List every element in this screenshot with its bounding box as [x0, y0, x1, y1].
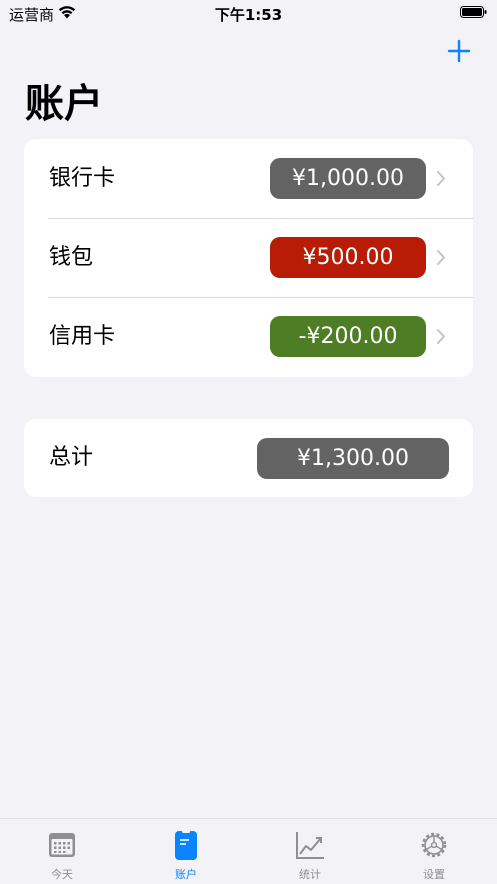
status-bar: 运营商 下午1:53	[0, 0, 497, 26]
account-name: 信用卡	[49, 324, 116, 349]
chevron-right-icon	[437, 171, 445, 186]
tab-settings[interactable]: 设置	[372, 819, 496, 884]
tab-statistics[interactable]: 统计	[248, 819, 372, 884]
account-row-bank-card[interactable]: 银行卡 ¥1,000.00	[24, 139, 473, 218]
clock-time: 下午1:53	[214, 6, 283, 24]
account-balance-badge: ¥1,000.00	[270, 158, 426, 199]
calendar-icon	[49, 833, 75, 857]
gear-icon	[421, 832, 447, 858]
account-row-wallet[interactable]: 钱包 ¥500.00	[24, 218, 473, 297]
page-title: 账户	[25, 82, 104, 127]
total-label: 总计	[49, 445, 94, 470]
tab-today[interactable]: 今天	[0, 819, 124, 884]
tab-label: 设置	[423, 868, 445, 881]
battery-icon	[460, 6, 487, 18]
tab-bar: 今天 账户 统计 设置	[0, 818, 497, 884]
account-row-credit-card[interactable]: 信用卡 -¥200.00	[24, 297, 473, 376]
account-card-icon	[175, 830, 197, 860]
account-balance-badge: -¥200.00	[270, 316, 426, 357]
tab-label: 统计	[299, 868, 321, 881]
add-account-button[interactable]	[444, 36, 474, 66]
chevron-right-icon	[437, 329, 445, 344]
tab-label: 今天	[51, 868, 73, 881]
total-summary: 总计 ¥1,300.00	[24, 419, 473, 497]
chart-icon	[296, 832, 324, 859]
tab-accounts[interactable]: 账户	[124, 819, 248, 884]
account-balance-badge: ¥500.00	[270, 237, 426, 278]
plus-icon	[447, 39, 471, 63]
tab-label: 账户	[175, 868, 197, 881]
total-balance-badge: ¥1,300.00	[257, 438, 449, 479]
account-name: 银行卡	[49, 166, 116, 191]
account-name: 钱包	[49, 245, 94, 270]
accounts-list: 银行卡 ¥1,000.00 钱包 ¥500.00 信用卡 -¥200.00	[24, 139, 473, 377]
chevron-right-icon	[437, 250, 445, 265]
